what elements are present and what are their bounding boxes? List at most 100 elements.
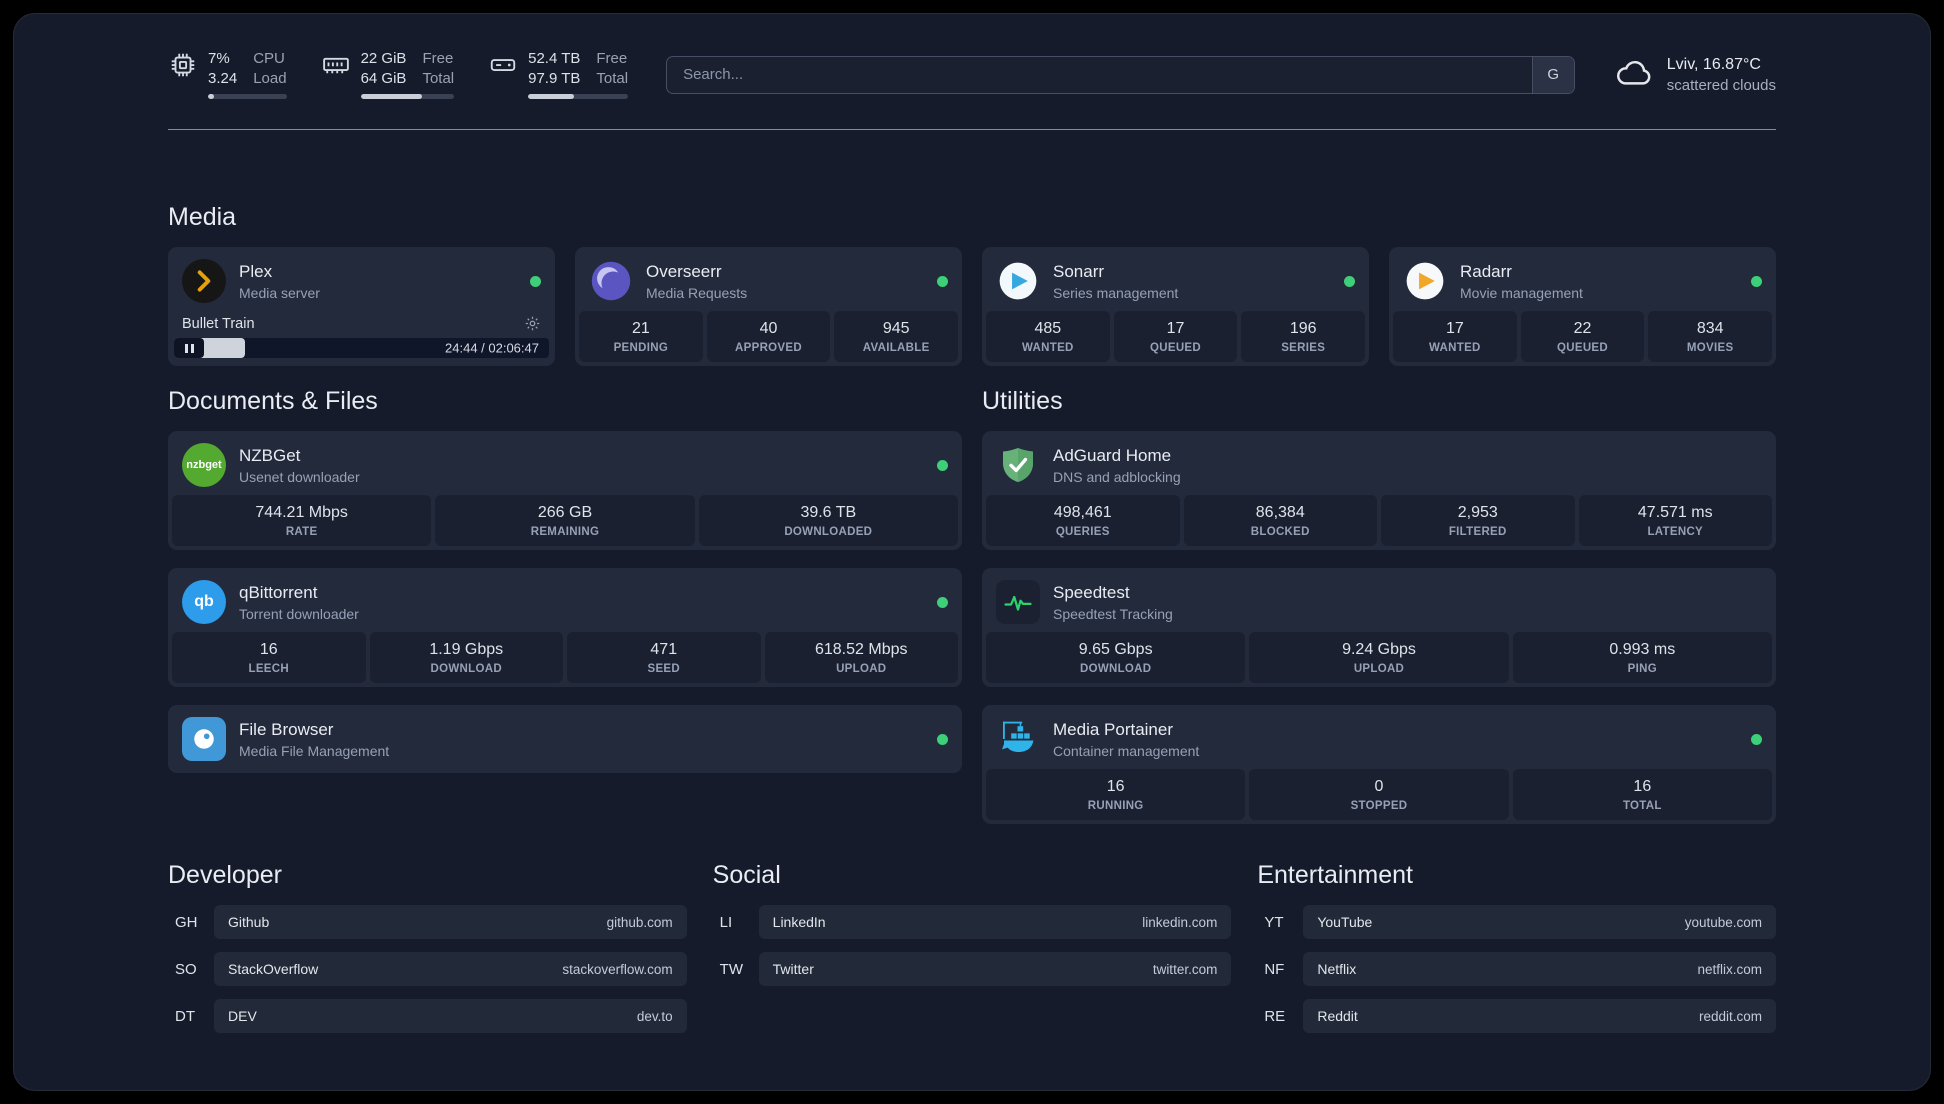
- app-name: Speedtest: [1053, 582, 1130, 602]
- app-desc: DNS and adblocking: [1053, 468, 1181, 485]
- gear-icon[interactable]: [524, 315, 541, 332]
- app-desc: Torrent downloader: [239, 605, 359, 622]
- bookmark-group-developer: Developer GH Github github.com SO StackO…: [168, 860, 687, 1046]
- memory-icon: [321, 50, 351, 80]
- stat-block: 471 SEED: [567, 632, 761, 683]
- radarr-icon: [1403, 259, 1447, 303]
- sonarr-card[interactable]: Sonarr Series management 485 WANTED 17 QUE…: [982, 247, 1369, 366]
- bookmarks: Developer GH Github github.com SO StackO…: [168, 860, 1776, 1046]
- bookmark-group-entertainment: Entertainment YT YouTube youtube.com NF …: [1257, 860, 1776, 1046]
- bookmark-link-youtube[interactable]: YouTube youtube.com: [1303, 905, 1776, 939]
- bookmark-abbr: TW: [719, 960, 743, 978]
- radarr-card[interactable]: Radarr Movie management 17 WANTED 22 QUEUE…: [1389, 247, 1776, 366]
- nzbget-icon: nzbget: [182, 443, 226, 487]
- bookmark-row: DT DEV dev.to: [168, 999, 687, 1033]
- app-desc: Media File Management: [239, 742, 390, 759]
- adguard-card[interactable]: AdGuard Home DNS and adblocking 498,461 Q…: [982, 431, 1776, 550]
- stat-block: 22 QUEUED: [1520, 311, 1645, 362]
- speedtest-graph-icon: [996, 580, 1040, 624]
- now-playing: Bullet Train 24:44 / 02:06:47: [172, 312, 551, 362]
- stat-block: 196 SERIES: [1241, 311, 1366, 362]
- bookmark-abbr: DT: [175, 1007, 195, 1025]
- ram-free-label: Free: [422, 50, 454, 67]
- stat-block: 21 PENDING: [579, 311, 703, 362]
- cpu-load-value: 3.24: [208, 70, 238, 87]
- nzbget-card[interactable]: nzbget NZBGet Usenet downloader 744.21 M…: [168, 431, 962, 550]
- ram-usage-bar: [360, 94, 455, 99]
- status-dot: [937, 596, 948, 608]
- stat-block: 17 QUEUED: [1113, 311, 1238, 362]
- bookmark-link-stackoverflow[interactable]: StackOverflow stackoverflow.com: [214, 952, 687, 986]
- stat-block: 945 AVAILABLE: [834, 311, 959, 362]
- overseerr-card[interactable]: Overseerr Media Requests 21 PENDING 40 APP…: [575, 247, 962, 366]
- topbar: 7% 3.24 CPU Load 22 GiB 64 GiB Free Tota…: [168, 14, 1776, 99]
- stat-block: 2,953 FILTERED: [1381, 495, 1575, 546]
- ram-free-value: 22 GiB: [360, 50, 407, 67]
- status-dot: [1344, 275, 1355, 287]
- screenshot-frame: 7% 3.24 CPU Load 22 GiB 64 GiB Free Tota…: [0, 0, 1944, 1104]
- bookmark-abbr: LI: [719, 913, 733, 931]
- search-bar: G: [666, 55, 1575, 94]
- plex-card[interactable]: Plex Media server Bullet Train 24:44 / 0…: [168, 247, 555, 366]
- status-dot: [937, 275, 948, 287]
- app-name: Plex: [239, 261, 273, 281]
- bookmark-link-netflix[interactable]: Netflix netflix.com: [1303, 952, 1776, 986]
- ram-total-value: 64 GiB: [360, 70, 407, 87]
- social-section-title: Social: [712, 861, 781, 889]
- app-name: Sonarr: [1053, 261, 1105, 281]
- utilities-section-title: Utilities: [982, 387, 1063, 415]
- app-desc: Container management: [1053, 742, 1200, 759]
- weather-condition: scattered clouds: [1666, 76, 1776, 94]
- bookmark-link-dev[interactable]: DEV dev.to: [214, 999, 687, 1033]
- disk-usage-bar: [528, 94, 629, 99]
- search-provider-button[interactable]: G: [1531, 56, 1574, 93]
- search-input[interactable]: [667, 56, 1532, 93]
- bookmark-abbr: RE: [1264, 1007, 1286, 1025]
- stat-block: 266 GB REMAINING: [435, 495, 695, 546]
- status-dot: [1751, 733, 1762, 745]
- stat-block: 0.993 ms PING: [1512, 632, 1772, 683]
- cpu-load-label: Load: [253, 70, 287, 87]
- stat-block: 16 TOTAL: [1512, 769, 1772, 820]
- status-dot: [937, 733, 948, 745]
- portainer-card[interactable]: Media Portainer Container management 16 R…: [982, 705, 1776, 824]
- bookmark-abbr: NF: [1264, 960, 1285, 978]
- bookmark-link-linkedin[interactable]: LinkedIn linkedin.com: [758, 905, 1232, 939]
- stat-block: 16 LEECH: [172, 632, 366, 683]
- status-dot: [937, 459, 948, 471]
- stat-block: 618.52 Mbps UPLOAD: [764, 632, 958, 683]
- qbittorrent-card[interactable]: qb qBittorrent Torrent downloader 16 LEEC…: [168, 568, 962, 687]
- pause-icon[interactable]: [174, 338, 204, 358]
- stat-block: 86,384 BLOCKED: [1183, 495, 1377, 546]
- app-desc: Speedtest Tracking: [1053, 605, 1173, 622]
- app-desc: Media Requests: [646, 284, 748, 301]
- adguard-shield-icon: [996, 443, 1040, 487]
- topbar-divider: [168, 129, 1776, 130]
- speedtest-card[interactable]: Speedtest Speedtest Tracking 9.65 Gbps DO…: [982, 568, 1776, 687]
- media-section-title: Media: [168, 203, 237, 231]
- bookmark-row: LI LinkedIn linkedin.com: [713, 905, 1232, 939]
- portainer-whale-icon: [996, 717, 1040, 761]
- filebrowser-icon: [182, 717, 226, 761]
- app-desc: Series management: [1053, 284, 1179, 301]
- app-desc: Media server: [239, 284, 320, 301]
- bookmark-row: RE Reddit reddit.com: [1257, 999, 1776, 1033]
- playback-time: 24:44 / 02:06:47: [445, 340, 539, 356]
- ram-widget: 22 GiB 64 GiB Free Total: [321, 50, 455, 99]
- bookmark-link-reddit[interactable]: Reddit reddit.com: [1303, 999, 1776, 1033]
- filebrowser-card[interactable]: File Browser Media File Management: [168, 705, 962, 773]
- stat-block: 498,461 QUERIES: [986, 495, 1180, 546]
- disk-free-label: Free: [596, 50, 628, 67]
- status-dot: [530, 275, 541, 287]
- bookmark-row: SO StackOverflow stackoverflow.com: [168, 952, 687, 986]
- bookmark-link-twitter[interactable]: Twitter twitter.com: [758, 952, 1232, 986]
- bookmark-abbr: SO: [175, 960, 197, 978]
- weather-widget: Lviv, 16.87°C scattered clouds: [1613, 56, 1776, 94]
- bookmark-link-github[interactable]: Github github.com: [214, 905, 687, 939]
- bookmark-row: TW Twitter twitter.com: [713, 952, 1232, 986]
- cpu-chip-icon: [168, 50, 198, 80]
- cpu-widget: 7% 3.24 CPU Load: [168, 50, 287, 99]
- cpu-usage-bar: [208, 94, 287, 99]
- cloud-icon: [1613, 56, 1655, 93]
- app-name: NZBGet: [239, 445, 301, 465]
